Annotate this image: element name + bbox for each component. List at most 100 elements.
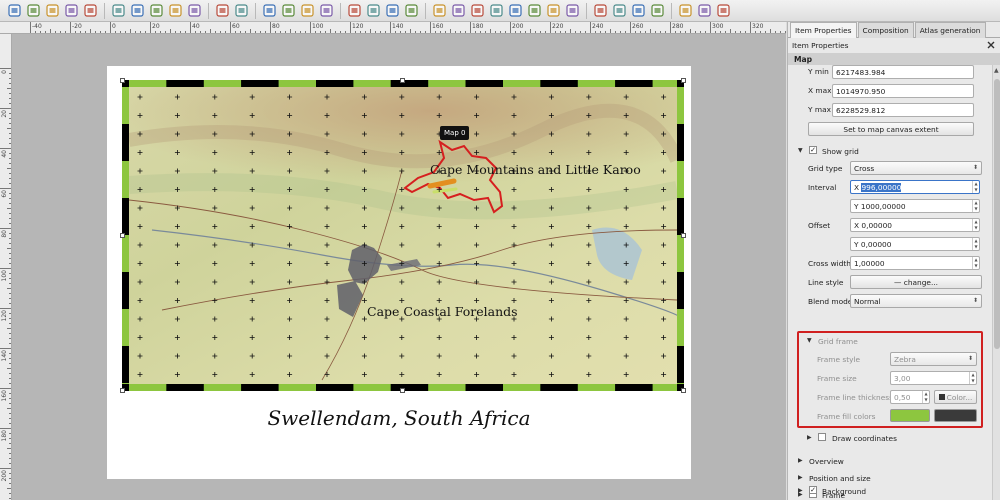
ymin-field[interactable]: 6217483.984 bbox=[832, 65, 974, 79]
tab-atlas-generation[interactable]: Atlas generation bbox=[914, 22, 986, 38]
frame-style-select[interactable]: Zebra ⬍ bbox=[890, 352, 977, 366]
resize-handle-ne[interactable] bbox=[681, 78, 686, 83]
ungroup-icon[interactable] bbox=[611, 2, 628, 19]
tab-item-properties[interactable]: Item Properties bbox=[790, 22, 857, 38]
save-icon[interactable] bbox=[6, 2, 23, 19]
map-item-tooltip: Map 0 bbox=[440, 126, 470, 140]
grid-type-select[interactable]: Cross ⬍ bbox=[850, 161, 982, 175]
add-shape-icon[interactable] bbox=[526, 2, 543, 19]
add-label-icon[interactable] bbox=[469, 2, 486, 19]
frame-line-thickness-field[interactable]: 0,50 ▲ ▼ bbox=[890, 390, 930, 404]
frame-line-color-button[interactable]: Color... bbox=[934, 390, 977, 404]
add-arrow-icon[interactable] bbox=[545, 2, 562, 19]
collapse-triangle-icon[interactable]: ▼ bbox=[807, 337, 812, 344]
resize-handle-w[interactable] bbox=[120, 233, 125, 238]
add-table-icon[interactable] bbox=[564, 2, 581, 19]
group-icon[interactable] bbox=[592, 2, 609, 19]
resize-handle-e[interactable] bbox=[681, 233, 686, 238]
new-composer-icon[interactable] bbox=[25, 2, 42, 19]
expand-triangle-icon[interactable]: ▶ bbox=[798, 487, 803, 494]
toolbar-separator bbox=[671, 2, 672, 19]
cross-width-field[interactable]: 1,00000 ▲ ▼ bbox=[850, 256, 980, 270]
spin-arrows-icon[interactable]: ▲ ▼ bbox=[972, 200, 979, 212]
export-svg-icon[interactable] bbox=[167, 2, 184, 19]
background-checkbox[interactable]: ✓ bbox=[809, 486, 817, 494]
frame-fill-color-2-button[interactable] bbox=[934, 409, 977, 422]
map-render bbox=[122, 80, 684, 391]
xmax-field[interactable]: 1014970.950 bbox=[832, 84, 974, 98]
show-grid-checkbox[interactable]: ✓ bbox=[809, 146, 817, 154]
offset-y-field[interactable]: Y 0,00000 ▲ ▼ bbox=[850, 237, 980, 251]
interval-x-field[interactable]: X 996,00000 ▲ ▼ bbox=[850, 180, 980, 194]
scrollbar-thumb[interactable] bbox=[994, 79, 1000, 349]
composer-manager-icon[interactable] bbox=[63, 2, 80, 19]
add-image-icon[interactable] bbox=[450, 2, 467, 19]
offset-x-field[interactable]: X 0,00000 ▲ ▼ bbox=[850, 218, 980, 232]
redo-icon[interactable] bbox=[233, 2, 250, 19]
zoom-out-icon[interactable] bbox=[299, 2, 316, 19]
refresh-icon[interactable] bbox=[318, 2, 335, 19]
zoom-tool-icon[interactable] bbox=[365, 2, 382, 19]
spin-arrows-icon[interactable]: ▲ ▼ bbox=[922, 391, 929, 403]
zebra-segment bbox=[122, 383, 129, 384]
set-to-map-canvas-extent-button[interactable]: Set to map canvas extent bbox=[808, 122, 974, 136]
map-item[interactable]: Map 0 Cape Mountains and Little Karoo Ca… bbox=[120, 78, 686, 393]
load-template-icon[interactable] bbox=[82, 2, 99, 19]
blend-mode-label: Blend mode bbox=[808, 297, 853, 306]
pan-icon[interactable] bbox=[346, 2, 363, 19]
spin-arrows-icon[interactable]: ▲ ▼ bbox=[972, 219, 979, 231]
expand-triangle-icon[interactable]: ▶ bbox=[807, 434, 812, 441]
add-legend-icon[interactable] bbox=[488, 2, 505, 19]
expand-triangle-icon[interactable]: ▶ bbox=[798, 474, 803, 481]
section-background[interactable]: Background bbox=[822, 487, 866, 496]
composer-canvas[interactable]: Map 0 Cape Mountains and Little Karoo Ca… bbox=[12, 34, 786, 500]
ruler-tick-label: 240 bbox=[592, 23, 604, 30]
close-icon[interactable] bbox=[986, 40, 996, 50]
align-icon[interactable] bbox=[696, 2, 713, 19]
resize-handle-se[interactable] bbox=[681, 388, 686, 393]
interval-y-field[interactable]: Y 1000,00000 ▲ ▼ bbox=[850, 199, 980, 213]
section-position-size[interactable]: Position and size bbox=[809, 474, 871, 483]
tab-composition[interactable]: Composition bbox=[857, 22, 914, 38]
overflow-icon[interactable] bbox=[715, 2, 732, 19]
line-style-button[interactable]: — change... bbox=[850, 275, 982, 289]
ymax-field[interactable]: 6228529.812 bbox=[832, 103, 974, 117]
expand-triangle-icon[interactable]: ▶ bbox=[798, 457, 803, 464]
spin-arrows-icon[interactable]: ▲ ▼ bbox=[972, 181, 979, 193]
draw-coordinates-checkbox[interactable] bbox=[818, 433, 826, 441]
resize-handle-sw[interactable] bbox=[120, 388, 125, 393]
frame-size-field[interactable]: 3,00 ▲ ▼ bbox=[890, 371, 977, 385]
export-pdf-icon[interactable] bbox=[186, 2, 203, 19]
export-image-icon[interactable] bbox=[148, 2, 165, 19]
move-content-icon[interactable] bbox=[403, 2, 420, 19]
save-template-icon[interactable] bbox=[110, 2, 127, 19]
add-map-icon[interactable] bbox=[431, 2, 448, 19]
map-title-label[interactable]: Swellendam, South Africa bbox=[107, 406, 691, 430]
blend-mode-select[interactable]: Normal ⬍ bbox=[850, 294, 982, 308]
select-move-icon[interactable] bbox=[384, 2, 401, 19]
resize-handle-nw[interactable] bbox=[120, 78, 125, 83]
spin-arrows-icon[interactable]: ▲ ▼ bbox=[972, 257, 979, 269]
section-overview[interactable]: Overview bbox=[809, 457, 844, 466]
unlock-icon[interactable] bbox=[649, 2, 666, 19]
ruler-tick bbox=[0, 68, 11, 69]
zoom-in-icon[interactable] bbox=[280, 2, 297, 19]
lock-icon[interactable] bbox=[630, 2, 647, 19]
frame-fill-color-1-button[interactable] bbox=[890, 409, 930, 422]
undo-icon[interactable] bbox=[214, 2, 231, 19]
zoom-full-icon[interactable] bbox=[261, 2, 278, 19]
scroll-up-icon[interactable]: ▲ bbox=[994, 67, 999, 74]
properties-scrollbar[interactable]: ▲ bbox=[992, 65, 1000, 500]
spin-arrows-icon[interactable]: ▲ ▼ bbox=[969, 372, 976, 384]
print-icon[interactable] bbox=[129, 2, 146, 19]
zebra-segment bbox=[677, 161, 684, 198]
ruler-tick bbox=[310, 22, 311, 33]
collapse-triangle-icon[interactable]: ▼ bbox=[798, 147, 803, 154]
resize-handle-s[interactable] bbox=[400, 388, 405, 393]
ruler-tick bbox=[390, 22, 391, 33]
resize-handle-n[interactable] bbox=[400, 78, 405, 83]
duplicate-composer-icon[interactable] bbox=[44, 2, 61, 19]
add-scalebar-icon[interactable] bbox=[507, 2, 524, 19]
raise-icon[interactable] bbox=[677, 2, 694, 19]
spin-arrows-icon[interactable]: ▲ ▼ bbox=[972, 238, 979, 250]
